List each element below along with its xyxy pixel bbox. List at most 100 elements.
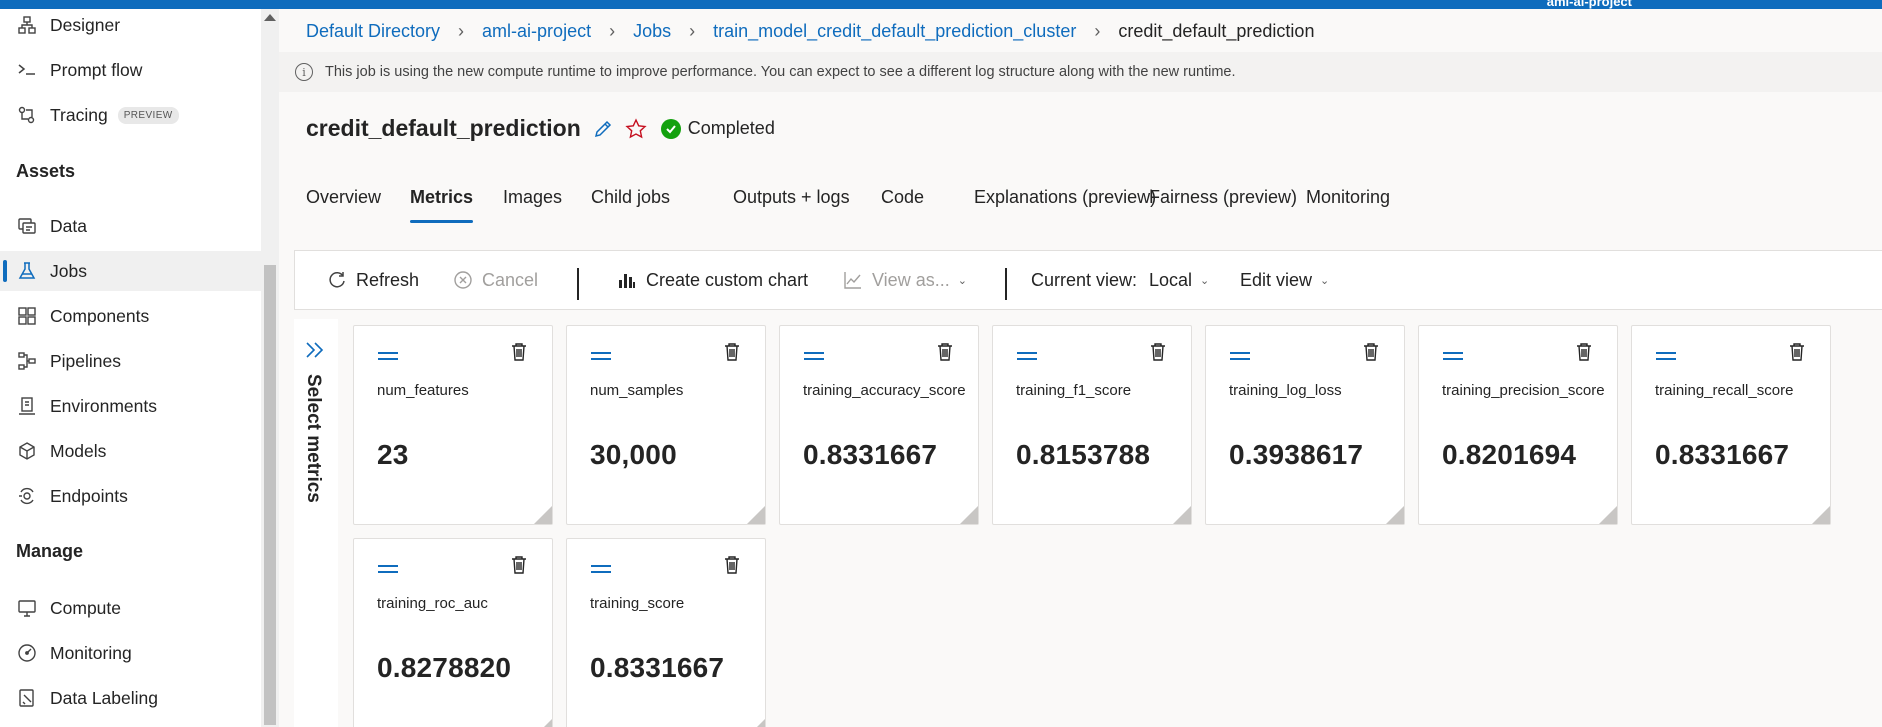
view-as-dropdown[interactable]: View as... ⌄ [843,251,967,309]
delete-trash-icon[interactable] [1575,342,1593,367]
delete-trash-icon[interactable] [723,555,741,580]
scroll-up-arrow-icon[interactable] [264,14,276,21]
chevron-down-icon: ⌄ [957,274,967,287]
breadcrumb-separator-icon: › [458,21,465,41]
tab-metrics[interactable]: Metrics [410,187,474,223]
select-metrics-panel[interactable]: Select metrics [294,319,338,727]
sidebar-item-tracing[interactable]: Tracing PREVIEW [0,95,261,135]
resize-handle-icon[interactable] [960,506,978,524]
status-check-icon [660,118,681,139]
delete-trash-icon[interactable] [1788,342,1806,367]
sidebar-item-label: Data Labeling [50,687,158,708]
current-view-text: Current view: [1031,269,1138,290]
metric-tile[interactable]: training_score 0.8331667 [566,538,766,727]
drag-handle-icon[interactable] [1017,352,1037,364]
sidebar-item-monitoring[interactable]: Monitoring [0,633,261,673]
metric-tile[interactable]: training_f1_score 0.8153788 [992,325,1192,525]
tab-images[interactable]: Images [503,187,562,208]
line-chart-icon [844,272,861,289]
tab-fairness[interactable]: Fairness (preview) [1149,187,1297,208]
breadcrumb-link[interactable]: aml-ai-project [482,21,591,42]
metric-tile[interactable]: num_samples 30,000 [566,325,766,525]
create-custom-chart-button[interactable]: Create custom chart [617,251,808,309]
sidebar-item-label: Prompt flow [50,59,143,80]
delete-trash-icon[interactable] [1149,342,1167,367]
metric-name: training_log_loss [1229,382,1342,399]
metric-name: training_accuracy_score [803,382,966,399]
job-header: credit_default_prediction Completed [306,115,775,142]
metric-tile[interactable]: training_log_loss 0.3938617 [1205,325,1405,525]
resize-handle-icon[interactable] [747,719,765,727]
metric-name: training_recall_score [1655,382,1794,399]
drag-handle-icon[interactable] [378,565,398,577]
toolbar-divider [1005,268,1007,300]
refresh-button[interactable]: Refresh [327,251,419,309]
tab-outputs-logs[interactable]: Outputs + logs [733,187,850,208]
drag-handle-icon[interactable] [591,352,611,364]
delete-trash-icon[interactable] [510,555,528,580]
sidebar-item-models[interactable]: Models [0,431,261,471]
sidebar-scroll-thumb[interactable] [264,265,276,725]
metric-tile[interactable]: training_recall_score 0.8331667 [1631,325,1831,525]
sidebar-item-environments[interactable]: Environments [0,386,261,426]
sidebar-item-designer[interactable]: Designer [0,5,261,45]
breadcrumb-separator-icon: › [689,21,696,41]
metric-value: 0.8278820 [377,652,512,683]
metric-value: 0.3938617 [1229,439,1364,470]
environments-icon [16,395,38,417]
sidebar-item-components[interactable]: Components [0,296,261,336]
breadcrumb-current: credit_default_prediction [1118,21,1315,41]
tab-child-jobs[interactable]: Child jobs [591,187,670,208]
page-title: credit_default_prediction [306,115,581,141]
sidebar-item-data-labeling[interactable]: Data Labeling [0,678,261,718]
chevron-down-icon: ⌄ [1320,274,1330,287]
sidebar-item-compute[interactable]: Compute [0,588,261,628]
resize-handle-icon[interactable] [1812,506,1830,524]
tab-explanations[interactable]: Explanations (preview) [974,187,1156,208]
metric-tile[interactable]: num_features 23 [353,325,553,525]
sidebar-item-label: Environments [50,395,157,416]
drag-handle-icon[interactable] [1230,352,1250,364]
metric-tile[interactable]: training_roc_auc 0.8278820 [353,538,553,727]
delete-trash-icon[interactable] [936,342,954,367]
breadcrumb-link[interactable]: Jobs [633,21,671,42]
prompt-flow-icon [16,59,38,81]
delete-trash-icon[interactable] [723,342,741,367]
resize-handle-icon[interactable] [534,506,552,524]
tab-code[interactable]: Code [881,187,924,208]
resize-handle-icon[interactable] [1599,506,1617,524]
sidebar-item-label: Compute [50,597,122,618]
sidebar-item-data[interactable]: Data [0,206,261,246]
cancel-button[interactable]: Cancel [453,251,538,309]
sidebar-item-prompt-flow[interactable]: Prompt flow [0,50,261,90]
drag-handle-icon[interactable] [804,352,824,364]
data-icon [16,215,38,237]
favorite-star-icon[interactable] [625,117,647,140]
breadcrumb-link[interactable]: Default Directory [306,21,440,42]
tab-monitoring[interactable]: Monitoring [1306,187,1390,208]
drag-handle-icon[interactable] [378,352,398,364]
resize-handle-icon[interactable] [1386,506,1404,524]
sidebar-item-label: Monitoring [50,642,132,663]
drag-handle-icon[interactable] [1443,352,1463,364]
sidebar-item-jobs[interactable]: Jobs [0,251,261,291]
sidebar-item-label: Data [50,215,87,236]
breadcrumb-link[interactable]: train_model_credit_default_prediction_cl… [713,21,1076,42]
sidebar-item-endpoints[interactable]: Endpoints [0,476,261,516]
sidebar-item-pipelines[interactable]: Pipelines [0,341,261,381]
expand-double-chevron-icon[interactable] [304,341,326,364]
edit-view-dropdown[interactable]: Edit view ⌄ [1240,251,1329,309]
delete-trash-icon[interactable] [510,342,528,367]
edit-pencil-icon[interactable] [593,119,613,139]
delete-trash-icon[interactable] [1362,342,1380,367]
resize-handle-icon[interactable] [747,506,765,524]
resize-handle-icon[interactable] [534,719,552,727]
resize-handle-icon[interactable] [1173,506,1191,524]
current-view-dropdown[interactable]: Local ⌄ [1149,251,1209,309]
status-badge: Completed [687,118,775,138]
metric-tile[interactable]: training_precision_score 0.8201694 [1418,325,1618,525]
metric-tile[interactable]: training_accuracy_score 0.8331667 [779,325,979,525]
tab-overview[interactable]: Overview [306,187,381,208]
drag-handle-icon[interactable] [1656,352,1676,364]
drag-handle-icon[interactable] [591,565,611,577]
